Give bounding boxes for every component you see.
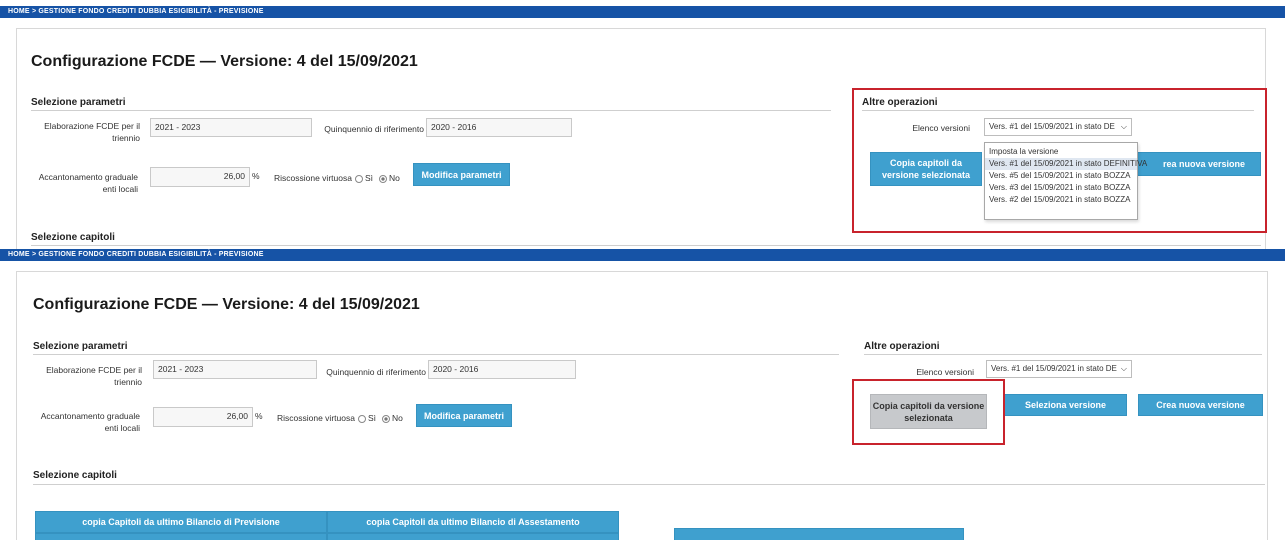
accantonamento-input[interactable]: 26,00 [153, 407, 253, 427]
elaborazione-input[interactable]: 2021 - 2023 [153, 360, 317, 379]
riscossione-group: Riscossione virtuosa Sì No [277, 412, 403, 424]
section-altre: Altre operazioni [864, 341, 940, 352]
copia-assestamento-button[interactable]: copia Capitoli da ultimo Bilancio di Ass… [327, 511, 619, 533]
percent-sign: % [252, 171, 260, 181]
highlight-box [852, 88, 1267, 233]
quinquennio-label: Quinquennio di riferimento [324, 124, 424, 134]
radio-no[interactable] [381, 414, 390, 423]
elaborazione-label: Elaborazione FCDE per il triennio [44, 121, 140, 143]
divider [31, 110, 831, 111]
elaborazione-label: Elaborazione FCDE per il triennio [46, 365, 142, 387]
versioni-select[interactable]: Vers. #1 del 15/09/2021 in stato DE ⌵ [986, 360, 1132, 378]
riscossione-group: Riscossione virtuosa Sì No [274, 172, 400, 184]
breadcrumb[interactable]: HOME > GESTIONE FONDO CREDITI DUBBIA ESI… [0, 249, 1285, 261]
quinquennio-input[interactable]: 2020 - 2016 [426, 118, 572, 137]
accantonamento-label: Accantonamento graduale enti locali [40, 411, 140, 433]
divider [33, 354, 839, 355]
accantonamento-input[interactable]: 26,00 [150, 167, 250, 187]
quinquennio-input[interactable]: 2020 - 2016 [428, 360, 576, 379]
capitoli-button-row2-b[interactable] [327, 533, 619, 540]
elenco-versioni-label: Elenco versioni [916, 367, 974, 377]
riscossione-label: Riscossione virtuosa [277, 413, 355, 423]
radio-no[interactable] [378, 174, 387, 183]
radio-si[interactable] [354, 174, 363, 183]
highlight-box [852, 379, 1005, 445]
section-capitoli: Selezione capitoli [31, 232, 115, 243]
riscossione-label: Riscossione virtuosa [274, 173, 352, 183]
elaborazione-input[interactable]: 2021 - 2023 [150, 118, 312, 137]
radio-si-label: Sì [364, 173, 373, 183]
capitoli-button-row2-a[interactable] [35, 533, 327, 540]
divider [31, 245, 1261, 246]
modifica-parametri-button[interactable]: Modifica parametri [413, 163, 510, 186]
crea-nuova-versione-button[interactable]: Crea nuova versione [1138, 394, 1263, 416]
page-title: Configurazione FCDE — Versione: 4 del 15… [33, 296, 420, 313]
radio-si-label: Sì [367, 413, 376, 423]
accantonamento-label: Accantonamento graduale enti locali [38, 172, 138, 194]
section-parametri: Selezione parametri [31, 97, 126, 108]
bottom-panel: HOME > GESTIONE FONDO CREDITI DUBBIA ESI… [0, 249, 1285, 540]
page-title: Configurazione FCDE — Versione: 4 del 15… [31, 53, 418, 70]
divider [33, 484, 1265, 485]
radio-si[interactable] [357, 414, 366, 423]
top-panel: HOME > GESTIONE FONDO CREDITI DUBBIA ESI… [0, 6, 1285, 249]
radio-no-label: No [388, 173, 400, 183]
radio-no-label: No [391, 413, 403, 423]
capitoli-button-right[interactable] [674, 528, 964, 540]
quinquennio-label: Quinquennio di riferimento [326, 367, 426, 377]
copia-previsione-button[interactable]: copia Capitoli da ultimo Bilancio di Pre… [35, 511, 327, 533]
divider [864, 354, 1262, 355]
section-capitoli: Selezione capitoli [33, 470, 117, 481]
modifica-parametri-button[interactable]: Modifica parametri [416, 404, 512, 427]
section-parametri: Selezione parametri [33, 341, 128, 352]
breadcrumb[interactable]: HOME > GESTIONE FONDO CREDITI DUBBIA ESI… [0, 6, 1285, 18]
seleziona-versione-button[interactable]: Seleziona versione [1004, 394, 1127, 416]
chevron-down-icon: ⌵ [1120, 364, 1127, 373]
percent-sign: % [255, 411, 263, 421]
versioni-selected-value: Vers. #1 del 15/09/2021 in stato DE [991, 364, 1117, 373]
